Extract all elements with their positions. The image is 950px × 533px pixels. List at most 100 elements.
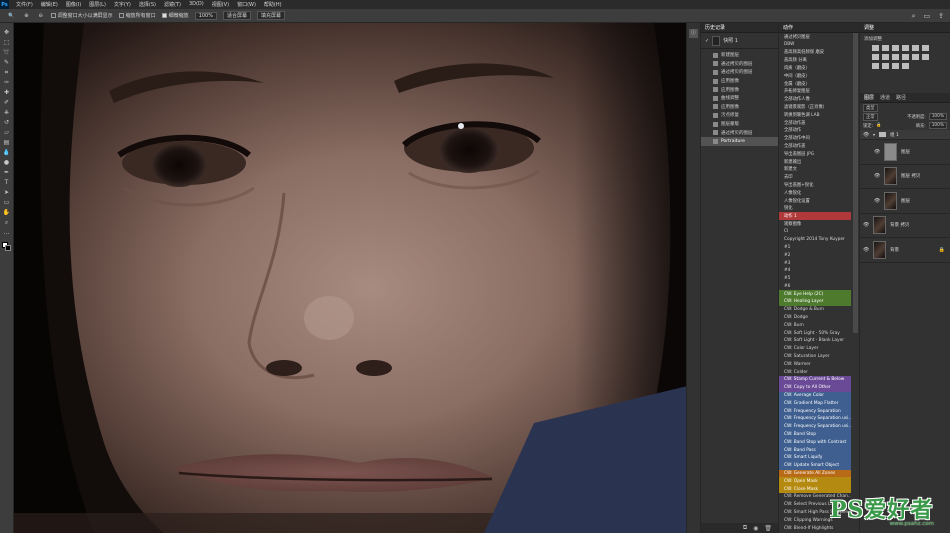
menu-item[interactable]: 文字(Y) — [114, 1, 131, 8]
action-item[interactable]: CW: Frequency Separation — [779, 407, 851, 416]
visibility-eye-icon[interactable]: 👁 — [863, 132, 869, 138]
action-item[interactable]: 导出盖图+锐化 — [779, 181, 851, 189]
trash-icon[interactable]: 🗑 — [764, 525, 772, 532]
layer-kind-select[interactable]: 类型 — [863, 103, 878, 112]
action-item[interactable]: 盖高频高低频保 磨皮 — [779, 49, 851, 57]
menu-item[interactable]: 帮助(H) — [264, 1, 282, 8]
posterize-icon[interactable] — [872, 63, 879, 69]
visibility-eye-icon[interactable]: 👁 — [874, 198, 880, 204]
action-item[interactable]: 动作 1 — [779, 212, 851, 221]
history-snapshot[interactable]: ✓ 快照 1 — [701, 33, 778, 49]
action-item[interactable]: 去印 — [779, 173, 851, 181]
menu-item[interactable]: 3D(D) — [189, 1, 204, 8]
fill-field[interactable]: 100% — [928, 122, 947, 129]
hue-saturation-icon[interactable] — [922, 45, 929, 51]
action-item[interactable]: CW: Soft Light - Blank Layer — [779, 337, 851, 345]
curves-icon[interactable] — [892, 45, 899, 51]
blur-tool-icon[interactable]: 💧 — [2, 149, 11, 156]
action-item[interactable]: 锐化 — [779, 205, 851, 213]
camera-icon[interactable]: ◉ — [753, 525, 758, 532]
history-item[interactable]: 通过拷贝的图层 — [701, 128, 778, 137]
hand-tool-icon[interactable]: ✋ — [2, 209, 11, 216]
history-item[interactable]: 曲线调整 — [701, 94, 778, 103]
layer-row[interactable]: 👁 背景 拷贝 — [860, 214, 950, 238]
action-item[interactable]: 全部动作中间 — [779, 134, 851, 142]
opacity-field[interactable]: 100% — [928, 113, 947, 120]
zoom-out-icon[interactable]: ⊖ — [36, 12, 44, 20]
scrubby-zoom-checkbox[interactable]: 细微缩放 — [161, 12, 189, 19]
action-item[interactable]: 人像锐化 — [779, 189, 851, 197]
menu-item[interactable]: 窗口(W) — [237, 1, 256, 8]
action-item[interactable]: CW: Update Smart Object — [779, 461, 851, 470]
action-item[interactable]: 导出盖图层 JPG — [779, 150, 851, 158]
layers-tab-0[interactable]: 图层 — [864, 94, 874, 101]
exposure-icon[interactable] — [902, 45, 909, 51]
action-item[interactable]: 全部动作盖 — [779, 119, 851, 127]
document-canvas[interactable] — [14, 23, 700, 533]
action-item[interactable]: 盖高频 分离 — [779, 56, 851, 64]
menu-item[interactable]: 选择(S) — [139, 1, 156, 8]
path-select-icon[interactable]: ➤ — [2, 189, 11, 196]
more-tools-icon[interactable]: … — [2, 229, 11, 236]
levels-icon[interactable] — [882, 45, 889, 51]
layer-group[interactable]: 👁 ▾ 组 1 — [860, 130, 950, 140]
layer-row[interactable]: 👁 图层 — [860, 140, 950, 165]
action-item[interactable]: 转换到暖色调 LAB — [779, 111, 851, 119]
action-item[interactable]: #6 — [779, 283, 851, 291]
channel-mixer-icon[interactable] — [902, 54, 909, 60]
color-lookup-icon[interactable] — [912, 54, 919, 60]
visibility-eye-icon[interactable]: 👁 — [874, 149, 880, 155]
selective-color-icon[interactable] — [902, 63, 909, 69]
action-item[interactable]: 通过拷贝图层 — [779, 33, 851, 41]
action-item[interactable]: 人像锐化设置 — [779, 197, 851, 205]
action-item[interactable]: CW: Band Pass — [779, 446, 851, 455]
new-document-icon[interactable]: ⧉ — [743, 524, 747, 532]
action-item[interactable]: #2 — [779, 251, 851, 259]
clone-stamp-icon[interactable]: ⎈ — [2, 109, 11, 116]
eraser-tool-icon[interactable]: ▱ — [2, 129, 11, 136]
action-item[interactable]: #3 — [779, 259, 851, 267]
action-item[interactable]: CW: Smart Liquify — [779, 454, 851, 462]
action-item[interactable]: CW: Gradient Map Flatter — [779, 399, 851, 408]
action-item[interactable]: CW: Band Stop with Contrast — [779, 438, 851, 447]
action-item[interactable]: CW: Healing Layer — [779, 298, 851, 306]
zoom-in-icon[interactable]: ⊕ — [22, 12, 30, 20]
history-item[interactable]: 通过拷贝的图层 — [701, 60, 778, 69]
menu-item[interactable]: 视图(V) — [212, 1, 229, 8]
action-item[interactable]: CW: Generate All Zones — [779, 469, 851, 478]
layer-row[interactable]: 👁 图层 — [860, 189, 950, 214]
history-item[interactable]: 应用图像 — [701, 85, 778, 94]
share-icon[interactable]: ⇪ — [938, 12, 944, 21]
actions-scrollbar[interactable] — [853, 33, 858, 333]
workspace-icon[interactable]: ▭ — [924, 12, 931, 21]
healing-brush-icon[interactable]: ✚ — [2, 89, 11, 96]
history-item[interactable]: 应用图像 — [701, 77, 778, 86]
zoom-tool-icon[interactable]: 🔍 — [6, 12, 16, 20]
history-item[interactable]: 通过拷贝的图层 — [701, 68, 778, 77]
layers-tab-2[interactable]: 路径 — [896, 94, 906, 101]
action-item[interactable]: 全部动作盖 — [779, 142, 851, 150]
action-item[interactable]: 新建输出 — [779, 158, 851, 166]
menu-item[interactable]: 图像(I) — [66, 1, 81, 8]
history-item[interactable]: 新建图层 — [701, 51, 778, 60]
type-tool-icon[interactable]: T — [2, 179, 11, 186]
action-item[interactable]: CW: Color Layer — [779, 345, 851, 353]
shape-tool-icon[interactable]: ▭ — [2, 199, 11, 206]
visibility-eye-icon[interactable]: 👁 — [863, 222, 869, 228]
action-item[interactable]: CW: Eye Help (2C) — [779, 290, 851, 299]
action-item[interactable]: CW: Dodge & Burn — [779, 306, 851, 314]
menu-item[interactable]: 图层(L) — [89, 1, 106, 8]
lock-icon[interactable]: 🔒 — [876, 123, 881, 128]
resize-windows-checkbox[interactable]: 调整窗口大小以满屏显示 — [50, 12, 113, 19]
action-item[interactable]: CW: Saturation Layer — [779, 353, 851, 361]
action-item[interactable]: CW: Frequency Separation usi... — [779, 422, 851, 431]
action-item[interactable]: CW: Open Mask — [779, 477, 851, 486]
action-item[interactable]: 金属（磨皮） — [779, 80, 851, 88]
properties-icon[interactable]: ⓘ — [689, 29, 698, 38]
fit-screen-button[interactable]: 适合屏幕 — [222, 11, 251, 20]
eyedropper-tool-icon[interactable]: ✑ — [2, 79, 11, 86]
action-item[interactable]: CW: Burn — [779, 321, 851, 329]
action-item[interactable]: #4 — [779, 267, 851, 275]
blend-mode-select[interactable]: 正常 — [863, 112, 878, 121]
action-item[interactable]: CW: Close Mask — [779, 485, 851, 494]
